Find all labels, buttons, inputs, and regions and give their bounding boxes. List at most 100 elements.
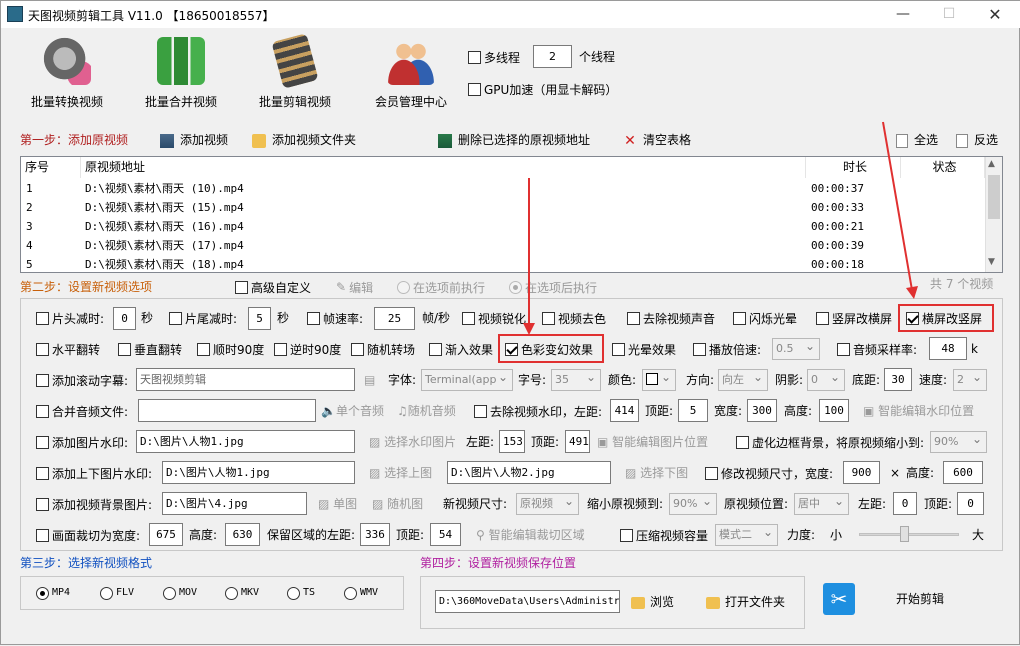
table-row[interactable]: 3 D:\视频\素材\雨天 (16).mp4 00:00:21 xyxy=(21,217,985,236)
keep-top-input[interactable]: 54 xyxy=(430,523,461,546)
subtitle-input[interactable]: 天图视频剪辑 xyxy=(136,368,355,391)
direction-select[interactable]: 向左 xyxy=(718,369,768,391)
resize-height-input[interactable]: 600 xyxy=(943,461,983,484)
browse-button[interactable]: 浏览 xyxy=(631,592,674,612)
table-row[interactable]: 1 D:\视频\素材\雨天 (10).mp4 00:00:37 xyxy=(21,179,985,198)
batch-merge-button[interactable]: 批量合并视频 xyxy=(135,37,227,113)
top-image-input[interactable]: D:\图片\人物1.jpg xyxy=(162,461,355,484)
bottom-input[interactable]: 30 xyxy=(884,368,912,391)
format-mp4-radio[interactable]: MP4 xyxy=(36,582,70,604)
img-top-input[interactable]: 491 xyxy=(565,430,590,453)
light-effect-checkbox[interactable]: 光晕效果 xyxy=(612,338,676,360)
strength-slider-thumb[interactable] xyxy=(900,526,909,542)
decolor-checkbox[interactable]: 视频去色 xyxy=(542,307,606,329)
delete-selected-button[interactable]: 删除已选择的原视频地址 xyxy=(438,131,590,149)
sharpen-checkbox[interactable]: 视频锐化 xyxy=(462,307,526,329)
open-folder-button[interactable]: 打开文件夹 xyxy=(706,592,785,612)
table-scrollbar[interactable]: ▲ ▼ xyxy=(985,157,1002,272)
scissors-icon[interactable]: ✂ xyxy=(823,583,855,615)
scroll-up-icon[interactable]: ▲ xyxy=(988,159,995,169)
wm-width-input[interactable]: 300 xyxy=(747,399,777,422)
single-audio-button[interactable]: 🔈单个音频 xyxy=(321,400,384,422)
shrink-select[interactable]: 90% xyxy=(669,493,717,515)
fps-checkbox[interactable]: 帧速率: xyxy=(307,307,363,329)
sample-rate-checkbox[interactable]: 音频采样率: xyxy=(837,338,917,360)
clear-table-button[interactable]: ✕ 清空表格 xyxy=(623,131,691,149)
head-cut-checkbox[interactable]: 片头减时: xyxy=(36,307,104,329)
col-duration[interactable]: 时长 xyxy=(806,157,901,178)
rotate-ccw-checkbox[interactable]: 逆时90度 xyxy=(274,338,341,360)
tail-cut-input[interactable]: 5 xyxy=(248,307,271,330)
batch-convert-button[interactable]: 批量转换视频 xyxy=(21,37,113,113)
save-path-input[interactable]: D:\360MoveData\Users\Administra xyxy=(435,590,620,613)
new-size-select[interactable]: 原视频 xyxy=(516,493,579,515)
choose-top-image-button[interactable]: ▨ 选择上图 xyxy=(369,462,432,484)
col-seq[interactable]: 序号 xyxy=(21,157,81,178)
crop-checkbox[interactable]: 画面裁切为宽度: xyxy=(36,524,140,546)
v2h-checkbox[interactable]: 竖屏改横屏 xyxy=(816,307,892,329)
gpu-checkbox[interactable]: GPU加速（用显卡解码） xyxy=(468,78,617,100)
size-select[interactable]: 35 xyxy=(551,369,601,391)
sample-rate-input[interactable]: 48 xyxy=(929,337,967,360)
background-image-checkbox[interactable]: 添加视频背景图片: xyxy=(36,493,152,515)
format-mkv-radio[interactable]: MKV xyxy=(225,582,259,604)
blur-background-checkbox[interactable]: 虚化边框背景，将原视频缩小到: xyxy=(736,431,924,453)
random-audio-button[interactable]: ♫随机音频 xyxy=(397,400,456,422)
advanced-custom-checkbox[interactable]: 高级自定义 xyxy=(235,276,311,298)
col-status[interactable]: 状态 xyxy=(901,157,985,178)
fps-input[interactable]: 25 xyxy=(374,307,415,330)
fade-in-checkbox[interactable]: 渐入效果 xyxy=(429,338,493,360)
compress-checkbox[interactable]: 压缩视频容量 xyxy=(620,524,708,546)
hflip-checkbox[interactable]: 水平翻转 xyxy=(36,338,100,360)
resize-width-input[interactable]: 900 xyxy=(843,461,880,484)
background-image-input[interactable]: D:\图片\4.jpg xyxy=(162,492,307,515)
speed-select[interactable]: 0.5 xyxy=(772,338,820,360)
smart-crop-button[interactable]: ⚲ 智能编辑裁切区域 xyxy=(476,524,585,546)
color-picker[interactable] xyxy=(642,369,676,391)
bg-top-input[interactable]: 0 xyxy=(957,492,984,515)
table-row[interactable]: 2 D:\视频\素材\雨天 (15).mp4 00:00:33 xyxy=(21,198,985,217)
vflip-checkbox[interactable]: 垂直翻转 xyxy=(118,338,182,360)
crop-height-input[interactable]: 630 xyxy=(225,523,260,546)
choose-watermark-button[interactable]: ▨ 选择水印图片 xyxy=(369,431,456,453)
close-button[interactable]: ✕ xyxy=(972,1,1018,28)
format-mov-radio[interactable]: MOV xyxy=(163,582,197,604)
batch-edit-button[interactable]: 批量剪辑视频 xyxy=(249,33,341,113)
compress-mode-select[interactable]: 模式二 xyxy=(715,524,778,546)
image-watermark-checkbox[interactable]: 添加图片水印: xyxy=(36,431,128,453)
scroll-thumb[interactable] xyxy=(988,175,1000,219)
format-flv-radio[interactable]: FLV xyxy=(100,582,134,604)
merge-audio-input[interactable] xyxy=(138,399,316,422)
member-center-button[interactable]: 会员管理中心 xyxy=(365,37,457,113)
keep-left-input[interactable]: 336 xyxy=(360,523,390,546)
merge-audio-checkbox[interactable]: 合并音频文件: xyxy=(36,400,128,422)
scroll-down-icon[interactable]: ▼ xyxy=(988,257,995,267)
position-select[interactable]: 居中 xyxy=(794,493,849,515)
tail-cut-checkbox[interactable]: 片尾减时: xyxy=(169,307,237,329)
table-row[interactable]: 4 D:\视频\素材\雨天 (17).mp4 00:00:39 xyxy=(21,236,985,255)
bottom-image-input[interactable]: D:\图片\人物2.jpg xyxy=(447,461,611,484)
multithread-checkbox[interactable]: 多线程 xyxy=(468,46,520,68)
subtitle-checkbox[interactable]: 添加滚动字幕: xyxy=(36,369,128,391)
invert-selection-button[interactable]: 反选 xyxy=(956,131,998,149)
resize-checkbox[interactable]: 修改视频尺寸，宽度: xyxy=(705,462,833,484)
head-cut-input[interactable]: 0 xyxy=(113,307,136,330)
font-select[interactable]: Terminal(app xyxy=(421,369,513,391)
col-path[interactable]: 原视频地址 xyxy=(81,157,806,178)
crop-width-input[interactable]: 675 xyxy=(149,523,183,546)
wm-left-input[interactable]: 414 xyxy=(610,399,639,422)
format-ts-radio[interactable]: TS xyxy=(287,582,315,604)
threads-input[interactable]: 2 xyxy=(533,45,572,68)
remove-audio-checkbox[interactable]: 去除视频声音 xyxy=(627,307,715,329)
rotate-cw-checkbox[interactable]: 顺时90度 xyxy=(197,338,264,360)
font-icon[interactable]: ▤ xyxy=(364,369,375,391)
remove-watermark-checkbox[interactable]: 去除视频水印，左距: xyxy=(474,400,602,422)
add-video-button[interactable]: 添加视频 xyxy=(160,131,228,149)
table-row[interactable]: 5 D:\视频\素材\雨天 (18).mp4 00:00:18 xyxy=(21,255,985,272)
shadow-select[interactable]: 0 xyxy=(807,369,845,391)
edit-button[interactable]: ✎ 编辑 xyxy=(336,276,373,298)
random-image-button[interactable]: ▨ 随机图 xyxy=(372,493,423,515)
start-edit-button[interactable]: 开始剪辑 xyxy=(896,589,944,609)
wm-height-input[interactable]: 100 xyxy=(819,399,849,422)
add-folder-button[interactable]: 添加视频文件夹 xyxy=(252,131,356,149)
